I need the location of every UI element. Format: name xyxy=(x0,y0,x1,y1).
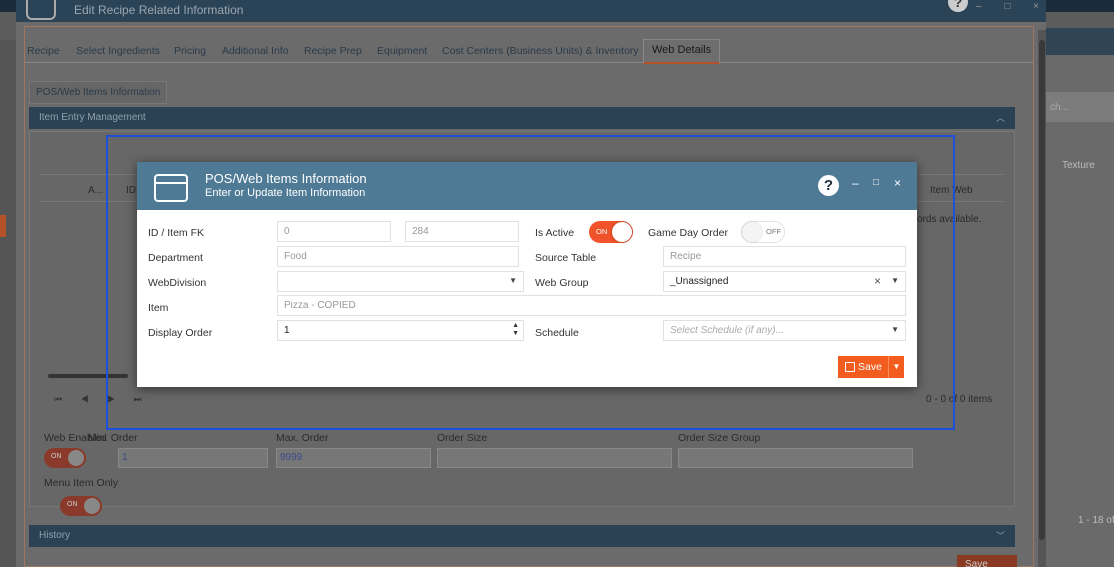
webdivision-select[interactable]: ▼ xyxy=(277,271,524,292)
help-icon[interactable]: ? xyxy=(818,175,839,196)
web-group-value: _Unassigned xyxy=(670,276,729,287)
right-panel xyxy=(1046,55,1114,567)
dialog-header: POS/Web Items Information Enter or Updat… xyxy=(137,162,917,210)
texture-column-header[interactable]: Texture xyxy=(1062,160,1095,171)
item-input[interactable]: Pizza - COPIED xyxy=(277,295,906,316)
order-size-group-select[interactable] xyxy=(678,448,913,468)
order-size-label: Order Size xyxy=(437,432,488,444)
display-order-label: Display Order xyxy=(148,327,213,339)
close-icon[interactable]: × xyxy=(894,176,901,190)
id-item-fk-label: ID / Item FK xyxy=(148,227,205,239)
schedule-placeholder: Select Schedule (if any)... xyxy=(670,325,784,336)
item-entry-section-header[interactable]: Item Entry Management ︿ xyxy=(29,107,1015,129)
grid-no-records: cords available. xyxy=(912,214,982,225)
webdivision-label: WebDivision xyxy=(148,277,207,289)
caret-down-icon[interactable]: ▼ xyxy=(891,325,899,334)
caret-down-icon[interactable]: ▼ xyxy=(509,276,517,285)
tab-equipment[interactable]: Equipment xyxy=(377,45,427,57)
minimize-icon[interactable]: – xyxy=(852,176,859,190)
chevron-down-icon[interactable]: ﹀ xyxy=(996,529,1005,542)
pos-web-items-dialog: POS/Web Items Information Enter or Updat… xyxy=(137,162,917,387)
game-day-order-label: Game Day Order xyxy=(648,227,728,239)
item-fk-input[interactable]: 284 xyxy=(405,221,519,242)
min-order-label: Min. Order xyxy=(88,432,138,444)
schedule-label: Schedule xyxy=(535,327,579,339)
display-order-stepper[interactable]: 1 ▲ ▼ xyxy=(277,320,524,341)
tab-pricing[interactable]: Pricing xyxy=(174,45,206,57)
tab-cost-centers[interactable]: Cost Centers (Business Units) & Inventor… xyxy=(442,45,639,57)
source-table-label: Source Table xyxy=(535,252,597,264)
source-table-input[interactable]: Recipe xyxy=(663,246,906,267)
outer-titlebar: Edit Recipe Related Information ? – □ × xyxy=(16,0,1046,22)
history-section-title: History xyxy=(39,530,71,541)
outer-vertical-scrollbar[interactable] xyxy=(1038,30,1046,567)
grid-h-scrollbar[interactable] xyxy=(48,374,128,378)
save-button-label: Save xyxy=(858,361,882,373)
clear-icon[interactable]: × xyxy=(874,274,881,288)
maximize-icon[interactable]: □ xyxy=(873,177,879,188)
menu-item-only-toggle[interactable]: ON xyxy=(60,496,102,516)
tab-select-ingredients[interactable]: Select Ingredients xyxy=(76,45,160,57)
is-active-label: Is Active xyxy=(535,227,575,239)
stepper-arrows-icon[interactable]: ▲ ▼ xyxy=(512,322,519,338)
chevron-up-icon[interactable]: ︿ xyxy=(996,111,1005,124)
left-nav-strip xyxy=(0,40,16,567)
right-pager-count: 1 - 18 of xyxy=(1078,515,1114,526)
right-header-bar xyxy=(1046,28,1114,55)
caret-down-icon[interactable]: ▼ xyxy=(891,276,899,285)
web-enabled-toggle[interactable]: ON xyxy=(44,448,86,468)
history-section-header[interactable]: History ﹀ xyxy=(29,525,1015,547)
save-button[interactable]: Save ▼ xyxy=(838,356,904,378)
department-input[interactable]: Food xyxy=(277,246,519,267)
display-order-value: 1 xyxy=(284,325,290,336)
min-order-input[interactable]: 1 xyxy=(118,448,268,468)
is-active-toggle[interactable]: ON xyxy=(589,221,633,243)
web-group-select[interactable]: _Unassigned × ▼ xyxy=(663,271,906,292)
recipe-tabs: Recipe Select Ingredients Pricing Additi… xyxy=(25,27,1033,64)
menu-item-only-label: Menu Item Only xyxy=(44,477,119,489)
schedule-select[interactable]: Select Schedule (if any)... ▼ xyxy=(663,320,906,341)
save-options-caret-icon[interactable]: ▼ xyxy=(888,356,904,378)
web-group-label: Web Group xyxy=(535,277,589,289)
toggle-knob xyxy=(612,222,632,242)
game-day-order-toggle[interactable]: OFF xyxy=(741,221,785,243)
menu-item-only-toggle-text: ON xyxy=(67,501,78,508)
toggle-knob xyxy=(742,222,762,242)
is-active-toggle-text: ON xyxy=(596,227,608,236)
dialog-subtitle: Enter or Update Item Information xyxy=(205,187,366,199)
web-enabled-toggle-text: ON xyxy=(51,453,62,460)
grid-pager-buttons[interactable]: ⏮ ◀ ▶ ⏭ xyxy=(54,394,150,405)
grid-col-active[interactable]: A... xyxy=(88,185,103,196)
chef-hat-icon xyxy=(26,0,56,20)
outer-help-icon[interactable]: ? xyxy=(948,0,968,12)
right-search-input[interactable]: ch... xyxy=(1046,92,1114,122)
grid-col-item-web[interactable]: Item Web xyxy=(930,185,973,196)
game-day-toggle-text: OFF xyxy=(766,227,781,236)
tab-web-details[interactable]: Web Details xyxy=(643,39,721,64)
order-size-group-label: Order Size Group xyxy=(678,432,761,444)
outer-scroll-thumb[interactable] xyxy=(1039,40,1045,540)
dialog-title: POS/Web Items Information xyxy=(205,171,367,186)
max-order-input[interactable]: 9999 xyxy=(276,448,431,468)
floppy-disk-icon xyxy=(845,362,855,372)
subtab-pos-web-items[interactable]: POS/Web Items Information xyxy=(29,81,168,104)
left-nav-active-marker xyxy=(0,215,6,237)
background-save-button[interactable]: Save xyxy=(957,555,1017,567)
window-icon xyxy=(154,174,188,202)
order-size-select[interactable] xyxy=(437,448,672,468)
tab-recipe-prep[interactable]: Recipe Prep xyxy=(304,45,362,57)
outer-window-controls[interactable]: – □ × xyxy=(976,1,1049,12)
max-order-label: Max. Order xyxy=(276,432,329,444)
tab-recipe[interactable]: Recipe xyxy=(27,45,60,57)
outer-window-title: Edit Recipe Related Information xyxy=(74,3,244,17)
item-entry-section-title: Item Entry Management xyxy=(39,112,146,123)
id-input[interactable]: 0 xyxy=(277,221,391,242)
item-label: Item xyxy=(148,302,169,314)
department-label: Department xyxy=(148,252,203,264)
grid-pager-count: 0 - 0 of 0 items xyxy=(926,394,993,405)
grid-col-id[interactable]: ID xyxy=(126,185,136,196)
tab-additional-info[interactable]: Additional Info xyxy=(222,45,289,57)
